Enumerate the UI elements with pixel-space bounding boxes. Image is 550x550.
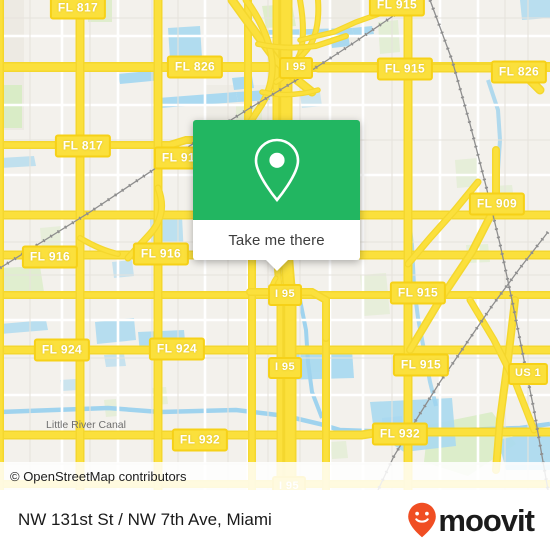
road-shield: FL 916 (132, 242, 190, 266)
moovit-pin-smiley-icon (408, 502, 437, 538)
moovit-logo[interactable]: moovit (407, 502, 550, 538)
road-shield: FL 916 (21, 245, 79, 269)
road-shield: FL 915 (376, 57, 434, 81)
road-shield: FL 915 (368, 0, 426, 17)
location-title: NW 131st St / NW 7th Ave, Miami (18, 510, 272, 529)
road-shield: FL 909 (468, 192, 526, 216)
road-shield: FL 915 (392, 353, 450, 377)
road-shield: FL 924 (33, 338, 91, 362)
road-shield: FL 826 (490, 60, 548, 84)
road-shield: I 95 (279, 57, 313, 79)
popup-header (193, 120, 360, 220)
road-shield: FL 932 (371, 422, 429, 446)
road-shield: FL 826 (166, 55, 224, 79)
footer-bar: NW 131st St / NW 7th Ave, Miami moovit (0, 490, 550, 550)
osm-attribution[interactable]: © OpenStreetMap contributors (0, 462, 550, 490)
osm-attribution-text: © OpenStreetMap contributors (10, 468, 187, 484)
road-shield: I 95 (268, 357, 302, 379)
road-shield: FL 932 (171, 428, 229, 452)
road-shield: I 95 (268, 284, 302, 306)
road-shield: FL 817 (54, 134, 112, 158)
station-popup[interactable]: Take me there (193, 120, 360, 271)
popup-footer[interactable]: Take me there (193, 220, 360, 271)
road-shield: FL 817 (49, 0, 107, 20)
place-label: Little River Canal (46, 419, 126, 431)
map-pin-icon (254, 138, 299, 203)
map-viewport[interactable]: .w{fill:#aad9f0} .wl{stroke:#9fd3ee;fill… (0, 0, 550, 490)
popup-tail (265, 260, 288, 271)
road-shield: FL 915 (389, 281, 447, 305)
moovit-wordmark: moovit (438, 502, 535, 538)
road-shield: FL 924 (148, 337, 206, 361)
map-screen: .w{fill:#aad9f0} .wl{stroke:#9fd3ee;fill… (0, 0, 550, 550)
road-shield: US 1 (507, 363, 549, 385)
take-me-there-label: Take me there (228, 231, 325, 249)
